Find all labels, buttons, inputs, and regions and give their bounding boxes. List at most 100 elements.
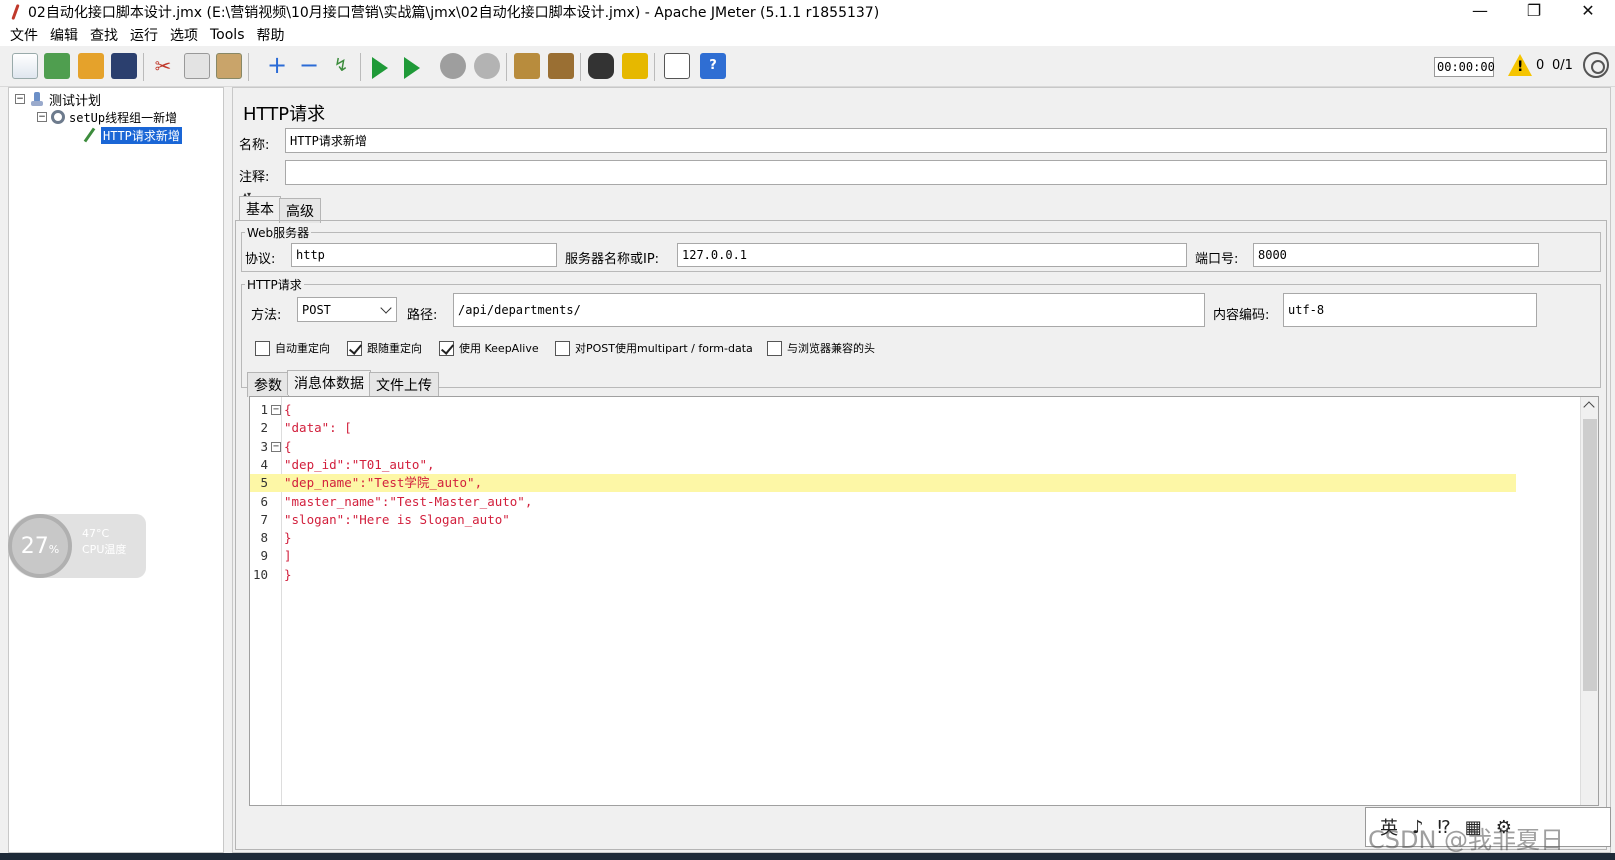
menu-options[interactable]: 选项	[170, 25, 198, 45]
window-controls: — ❐ ✕	[1453, 0, 1615, 24]
code-text: {	[284, 438, 292, 454]
checkbox-multipart[interactable]: 对POST使用multipart / form-data	[555, 340, 753, 356]
toggle-icon[interactable]: ↯	[328, 53, 354, 79]
menu-edit[interactable]: 编辑	[50, 25, 78, 45]
name-label: 名称:	[239, 138, 270, 153]
tree-label: HTTP请求新增	[101, 126, 182, 144]
restore-button[interactable]: ❐	[1507, 0, 1561, 24]
code-line[interactable]: 10}	[250, 566, 1516, 584]
body-data-editor[interactable]: 1−{2 "data": [3−{4 "dep_id":"T01_auto", 5 "d…	[249, 396, 1599, 806]
copy-icon[interactable]	[184, 53, 210, 79]
checkbox[interactable]	[555, 340, 570, 356]
comment-label: 注释:	[239, 170, 270, 185]
code-line[interactable]: 8}	[250, 529, 1516, 547]
open-icon[interactable]	[78, 53, 104, 79]
save-icon[interactable]	[111, 53, 137, 79]
collapse-toggle-icon[interactable]: −	[37, 112, 47, 122]
minimize-button[interactable]: —	[1453, 0, 1507, 24]
code-line[interactable]: 2 "data": [	[250, 419, 1516, 437]
help-icon[interactable]: ?	[700, 53, 726, 79]
elapsed-timer: 00:00:00	[1434, 57, 1495, 77]
gear-icon	[51, 110, 65, 124]
close-button[interactable]: ✕	[1561, 0, 1615, 24]
code-line[interactable]: 4 "dep_id":"T01_auto",	[250, 456, 1516, 474]
menu-run[interactable]: 运行	[130, 25, 158, 45]
menu-help[interactable]: 帮助	[257, 25, 285, 45]
line-number: 2	[260, 420, 268, 436]
stop-icon[interactable]	[440, 53, 466, 79]
name-field[interactable]: HTTP请求新增	[285, 128, 1607, 153]
jmeter-feather-icon	[8, 3, 24, 21]
expand-icon[interactable]: +	[264, 53, 290, 79]
collapse-icon[interactable]: −	[296, 53, 322, 79]
fold-toggle-icon[interactable]: −	[271, 441, 281, 452]
clear-all-icon[interactable]	[548, 53, 574, 79]
code-line[interactable]: 7 "slogan":"Here is Slogan_auto"	[250, 511, 1516, 529]
start-icon[interactable]	[372, 57, 388, 79]
tab-body-data[interactable]: 消息体数据	[287, 370, 371, 395]
server-label: 服务器名称或IP:	[565, 252, 660, 267]
start-no-pause-icon[interactable]	[404, 57, 420, 79]
method-select[interactable]: POST	[297, 297, 397, 322]
code-line[interactable]: 1−{	[250, 401, 1516, 419]
menu-search[interactable]: 查找	[90, 25, 118, 45]
checkbox[interactable]	[767, 340, 782, 356]
checkbox-browser-headers[interactable]: 与浏览器兼容的头	[767, 340, 875, 356]
server-field[interactable]: 127.0.0.1	[677, 243, 1187, 267]
function-helper-icon[interactable]	[664, 53, 690, 79]
line-number: 9	[260, 548, 268, 564]
line-number: 1	[260, 402, 268, 417]
tab-file-upload[interactable]: 文件上传	[369, 372, 439, 397]
code-line[interactable]: 5 "dep_name":"Test学院_auto",	[250, 474, 1516, 493]
shutdown-icon[interactable]	[474, 53, 500, 79]
code-line[interactable]: 6 "master_name":"Test-Master_auto",	[250, 493, 1516, 511]
tree-label: 测试计划	[49, 93, 102, 109]
http-request-group-title: HTTP请求	[245, 276, 304, 293]
protocol-label: 协议:	[245, 252, 276, 267]
cut-icon[interactable]: ✂	[150, 53, 176, 79]
tab-basic[interactable]: 基本	[239, 196, 281, 221]
search-icon[interactable]	[588, 53, 614, 79]
port-field[interactable]: 8000	[1253, 243, 1539, 267]
tab-parameters[interactable]: 参数	[247, 372, 289, 397]
checkbox[interactable]	[439, 340, 454, 356]
new-icon[interactable]	[12, 53, 38, 79]
checkbox-label: 自动重定向	[275, 342, 330, 355]
code-text: "slogan":"Here is Slogan_auto"	[284, 511, 510, 527]
tree-node-thread-group[interactable]: − setUp线程组一新增	[37, 108, 177, 126]
reset-search-icon[interactable]	[622, 53, 648, 79]
checkbox[interactable]	[347, 340, 362, 356]
code-text: "dep_id":"T01_auto",	[284, 456, 435, 472]
protocol-field[interactable]: http	[291, 243, 557, 267]
scroll-thumb[interactable]	[1583, 419, 1597, 691]
code-line[interactable]: 3−{	[250, 438, 1516, 456]
scroll-up-icon[interactable]	[1583, 401, 1595, 413]
line-number: 6	[260, 493, 268, 509]
checkbox-keepalive[interactable]: 使用 KeepAlive	[439, 340, 539, 356]
remote-status-icon[interactable]	[1583, 52, 1609, 78]
port-label: 端口号:	[1195, 252, 1239, 267]
checkbox-follow-redirects[interactable]: 跟随重定向	[347, 340, 422, 356]
code-text: {	[284, 402, 292, 417]
path-field[interactable]: /api/departments/	[453, 293, 1205, 327]
vertical-scrollbar[interactable]	[1580, 397, 1598, 805]
paste-icon[interactable]	[216, 53, 242, 79]
encoding-field[interactable]: utf-8	[1283, 293, 1537, 327]
menu-tools[interactable]: Tools	[210, 27, 245, 43]
tree-node-test-plan[interactable]: − 测试计划	[15, 90, 102, 109]
warning-count: 0	[1536, 58, 1545, 73]
warning-icon[interactable]	[1508, 54, 1532, 76]
clear-icon[interactable]	[514, 53, 540, 79]
templates-icon[interactable]	[44, 53, 70, 79]
comment-field[interactable]	[285, 160, 1607, 185]
collapse-toggle-icon[interactable]: −	[15, 94, 25, 104]
toolbar-separator	[248, 53, 249, 81]
cpu-monitor-widget[interactable]: 27% 47°C CPU温度	[8, 514, 146, 578]
menu-file[interactable]: 文件	[10, 25, 38, 45]
fold-toggle-icon[interactable]: −	[271, 405, 281, 415]
checkbox[interactable]	[255, 340, 270, 356]
checkbox-auto-redirect[interactable]: 自动重定向	[255, 340, 330, 356]
tree-node-sampler[interactable]: HTTP请求新增	[81, 126, 182, 144]
menu-bar: 文件 编辑 查找 运行 选项 Tools 帮助	[0, 24, 1615, 46]
code-line[interactable]: 9]	[250, 547, 1516, 565]
